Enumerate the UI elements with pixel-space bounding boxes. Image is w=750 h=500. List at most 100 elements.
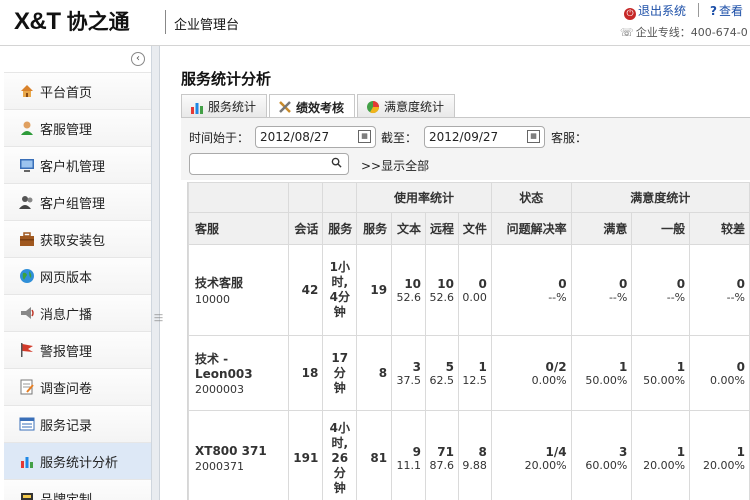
platform-title: 企业管理台	[174, 18, 240, 33]
collapse-sidebar-button[interactable]: ‹	[131, 52, 145, 66]
sidebar-item-label: 服务记录	[40, 418, 93, 434]
home-icon	[18, 82, 36, 100]
col-service[interactable]: 服务	[356, 212, 393, 245]
col-sessions[interactable]: 会话	[288, 212, 324, 245]
sidebar-item-label: 网页版本	[40, 270, 93, 286]
sidebar-top: ‹	[0, 46, 151, 72]
pie-chart-icon	[366, 100, 380, 114]
list-icon	[18, 415, 36, 433]
cell-agent: XT800 371 2000371	[188, 410, 290, 500]
sidebar-item-alerts[interactable]: 警报管理	[4, 331, 151, 368]
header-separator	[698, 3, 699, 17]
sidebar-item-client-groups[interactable]: 客户组管理	[4, 183, 151, 220]
cell-normal: 0 --%	[631, 244, 691, 336]
sidebar-item-install-package[interactable]: 获取安装包	[4, 220, 151, 257]
calendar-icon[interactable]: ▦	[527, 130, 540, 143]
sidebar-item-agents[interactable]: 客服管理	[4, 109, 151, 146]
sidebar-item-label: 客户组管理	[40, 196, 106, 212]
cell-service: 8	[356, 335, 393, 411]
hotline: ☏ 企业专线：400-674-0	[620, 24, 748, 40]
agent-search-input[interactable]	[189, 153, 349, 175]
bar-chart-icon	[190, 100, 204, 114]
sidebar-item-label: 平台首页	[40, 85, 93, 101]
sidebar-item-survey[interactable]: 调查问卷	[4, 368, 151, 405]
cell-remote: 10 52.6	[425, 244, 459, 336]
col-poor[interactable]: 较差	[689, 212, 750, 245]
tools-icon	[278, 100, 292, 114]
cell-file: 1 12.5	[457, 335, 492, 411]
logo-text: X&T	[14, 8, 61, 35]
sidebar-item-service-records[interactable]: 服务记录	[4, 405, 151, 442]
header-divider	[165, 10, 166, 34]
help-label: 查看	[718, 4, 743, 18]
col-agent[interactable]: 客服	[188, 212, 290, 245]
stats-table: 使用率统计 状态 满意度统计 客服 会话 服务 服务 文本 远程 文件 问题解决…	[188, 182, 750, 500]
cell-poor: 0 0.00%	[689, 335, 750, 411]
col-file[interactable]: 文件	[457, 212, 492, 245]
sidebar-item-label: 调查问卷	[40, 381, 93, 397]
end-date-label: 截至：	[381, 131, 418, 145]
cell-resolve-rate: 1/4 20.00%	[490, 410, 572, 500]
col-resolve-rate[interactable]: 问题解决率	[490, 212, 572, 245]
cell-normal: 1 20.00%	[631, 410, 691, 500]
user-icon	[18, 119, 36, 137]
logout-link[interactable]: ⏻ 退出系统	[624, 2, 686, 20]
logo: X&T 协之通	[14, 6, 130, 36]
sidebar-item-label: 警报管理	[40, 344, 93, 360]
header-satisfaction-group: 满意度统计	[570, 182, 750, 213]
cell-file: 0 0.00	[457, 244, 492, 336]
cell-remote: 5 62.5	[425, 335, 459, 411]
sidebar-item-label: 客服管理	[40, 122, 93, 138]
sidebar-item-label: 品牌定制	[40, 492, 93, 500]
sidebar-item-web-version[interactable]: 网页版本	[4, 257, 151, 294]
phone-icon: ☏	[620, 26, 634, 39]
sidebar-splitter[interactable]: — — —	[152, 46, 163, 500]
col-duration[interactable]: 服务	[322, 212, 358, 245]
sidebar-item-broadcast[interactable]: 消息广播	[4, 294, 151, 331]
logo-cn: 协之通	[66, 10, 130, 34]
broadcast-icon	[18, 304, 36, 322]
main-content: 服务统计分析 服务统计 绩效考核 满意度统计 时间始于： 2012/08/27 …	[172, 46, 750, 500]
header-blank	[288, 182, 324, 213]
tab-label: 满意度统计	[384, 100, 445, 114]
col-satisfied[interactable]: 满意	[570, 212, 633, 245]
sidebar-item-brand-custom[interactable]: 品牌定制	[4, 479, 151, 500]
start-date-input[interactable]: 2012/08/27 ▦	[255, 126, 376, 148]
agent-label: 客服：	[551, 131, 588, 145]
col-remote[interactable]: 远程	[425, 212, 459, 245]
tab-service-stats[interactable]: 服务统计	[181, 94, 268, 118]
tab-performance[interactable]: 绩效考核	[269, 94, 356, 119]
cell-sessions: 191	[288, 410, 324, 500]
cell-normal: 1 50.00%	[631, 335, 691, 411]
calendar-icon[interactable]: ▦	[358, 130, 371, 143]
show-all-link[interactable]: >>显示全部	[361, 157, 429, 174]
cell-resolve-rate: 0 --%	[490, 244, 572, 336]
end-date-input[interactable]: 2012/09/27 ▦	[424, 126, 545, 148]
header-blank	[322, 182, 358, 213]
cell-sessions: 42	[288, 244, 324, 336]
start-date-label: 时间始于：	[189, 131, 250, 145]
help-link[interactable]: ? 查看	[710, 2, 743, 19]
col-text[interactable]: 文本	[391, 212, 427, 245]
filter-panel: 时间始于： 2012/08/27 ▦ 截至： 2012/09/27 ▦ 客服： …	[181, 118, 750, 180]
tab-satisfaction[interactable]: 满意度统计	[357, 94, 456, 118]
survey-icon	[18, 378, 36, 396]
cell-satisfied: 0 --%	[570, 244, 633, 336]
stats-table-container: 使用率统计 状态 满意度统计 客服 会话 服务 服务 文本 远程 文件 问题解决…	[187, 182, 750, 500]
cell-agent: 技术客服 10000	[188, 244, 290, 336]
sidebar-item-clients[interactable]: 客户机管理	[4, 146, 151, 183]
col-normal[interactable]: 一般	[631, 212, 691, 245]
hotline-text: 企业专线：400-674-0	[635, 26, 748, 39]
cell-remote: 71 87.6	[425, 410, 459, 500]
sidebar-item-label: 获取安装包	[40, 233, 106, 249]
search-icon[interactable]	[331, 157, 342, 171]
cell-text: 9 11.1	[391, 410, 427, 500]
sidebar-item-home[interactable]: 平台首页	[4, 72, 151, 109]
cell-text: 10 52.6	[391, 244, 427, 336]
sidebar-item-service-stats[interactable]: 服务统计分析	[4, 442, 151, 479]
monitor-icon	[18, 156, 36, 174]
cell-resolve-rate: 0/2 0.00%	[490, 335, 572, 411]
page-title: 服务统计分析	[181, 70, 272, 88]
cell-duration: 4小 时, 26 分钟	[322, 410, 358, 500]
table-row: 技术 - Leon003 2000003 18 17 分钟 8 3 37.5 5 62…	[188, 335, 750, 411]
